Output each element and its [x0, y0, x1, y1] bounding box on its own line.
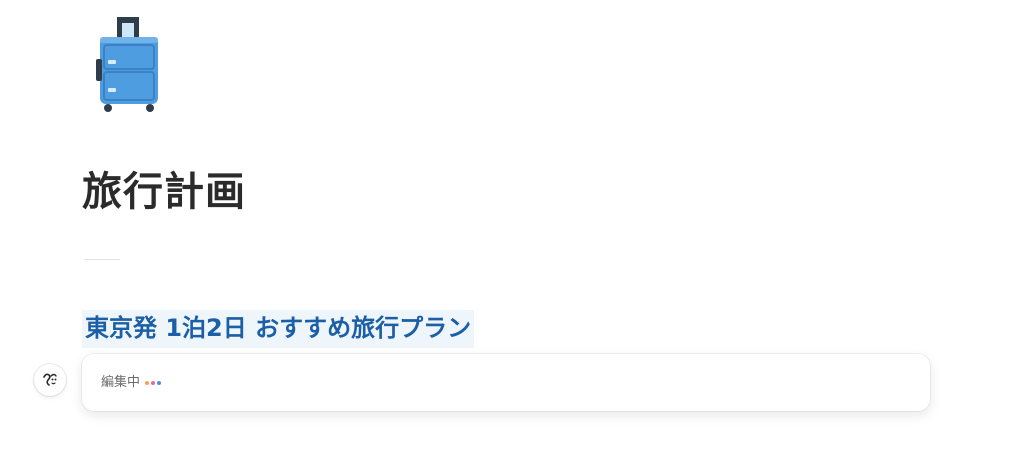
- suitcase-icon[interactable]: [94, 14, 164, 114]
- page-title[interactable]: 旅行計画: [82, 164, 246, 220]
- ai-writing-panel[interactable]: 編集中: [82, 354, 930, 411]
- loading-dots: [145, 381, 162, 385]
- loading-dot: [145, 381, 150, 385]
- divider: [84, 259, 120, 260]
- ai-avatar: [34, 364, 66, 396]
- page: 旅行計画 東京発 1泊2日 おすすめ旅行プラン 編集中: [0, 0, 1024, 461]
- ai-status: 編集中: [101, 374, 162, 392]
- ai-status-text: 編集中: [101, 375, 141, 390]
- ai-face-icon: [43, 373, 57, 386]
- loading-dot: [151, 381, 156, 385]
- loading-dot: [157, 381, 162, 385]
- generated-heading[interactable]: 東京発 1泊2日 おすすめ旅行プラン: [82, 310, 475, 348]
